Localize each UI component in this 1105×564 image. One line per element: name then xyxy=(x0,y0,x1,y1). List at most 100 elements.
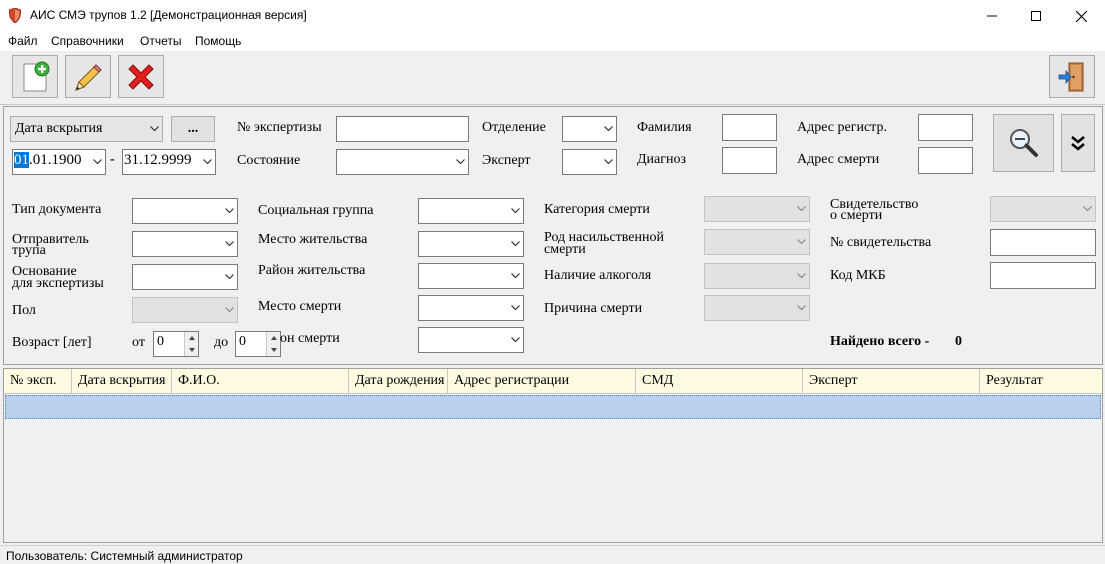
alcohol-label: Наличие алкоголя xyxy=(544,268,652,283)
expert-select[interactable] xyxy=(562,149,617,175)
browse-button[interactable]: ... xyxy=(171,116,215,142)
exam-no-input[interactable] xyxy=(336,116,469,142)
doc-type-select[interactable] xyxy=(132,198,238,224)
filter-panel: Дата вскрытия ... 01.01.1900 - 31.12.999… xyxy=(3,106,1103,365)
violent-death-select[interactable] xyxy=(704,229,810,255)
column-header[interactable]: Дата вскрытия xyxy=(72,369,172,394)
date-type-select[interactable]: Дата вскрытия xyxy=(10,116,163,142)
date-to-field[interactable]: 31.12.9999 xyxy=(122,149,216,175)
sender-label-line2: трупа xyxy=(12,243,46,258)
spin-down-icon[interactable] xyxy=(267,344,280,356)
menu-help[interactable]: Помощь xyxy=(195,34,241,48)
column-header[interactable]: Адрес регистрации xyxy=(448,369,636,394)
residence-select[interactable] xyxy=(418,231,524,257)
social-group-select[interactable] xyxy=(418,198,524,224)
edit-button[interactable] xyxy=(65,55,111,98)
residence-district-label: Район жительства xyxy=(258,263,366,278)
menu-reports[interactable]: Отчеты xyxy=(140,34,181,48)
violent-death-label-line2: смерти xyxy=(544,242,586,257)
chevron-down-icon xyxy=(604,159,613,164)
certificate-label-line2: о смерти xyxy=(830,208,883,223)
date-from-selected: 01 xyxy=(14,152,29,168)
surname-input[interactable] xyxy=(722,114,777,141)
icd-code-label: Код МКБ xyxy=(830,268,886,283)
browse-button-label: ... xyxy=(187,121,199,136)
expand-filters-button[interactable] xyxy=(1061,114,1095,172)
chevron-down-icon xyxy=(797,305,806,310)
diagnosis-input[interactable] xyxy=(722,147,777,174)
chevron-down-icon xyxy=(225,241,234,246)
magnifier-icon xyxy=(1009,129,1038,157)
icd-code-input[interactable] xyxy=(990,262,1096,289)
sex-label: Пол xyxy=(12,303,36,318)
death-category-select[interactable] xyxy=(704,196,810,222)
death-place-select[interactable] xyxy=(418,295,524,321)
chevron-down-icon xyxy=(456,159,465,164)
found-total-label: Найдено всего - xyxy=(830,334,930,349)
age-from-value: 0 xyxy=(157,334,164,349)
department-label: Отделение xyxy=(482,120,546,135)
death-place-label: Место смерти xyxy=(258,299,342,314)
exit-door-icon xyxy=(1058,62,1084,91)
table-row[interactable] xyxy=(5,395,1101,419)
menu-file[interactable]: Файл xyxy=(8,34,38,48)
column-header[interactable]: СМД xyxy=(636,369,803,394)
column-header[interactable]: Ф.И.О. xyxy=(172,369,349,394)
certificate-no-label: № свидетельства xyxy=(830,235,932,250)
certificate-select[interactable] xyxy=(990,196,1096,222)
spin-up-icon[interactable] xyxy=(185,332,198,344)
age-to-value: 0 xyxy=(239,334,246,349)
search-button[interactable] xyxy=(993,114,1054,172)
column-header[interactable]: № эксп. xyxy=(4,369,72,394)
department-select[interactable] xyxy=(562,116,617,142)
basis-label-line2: для экспертизы xyxy=(12,276,104,291)
age-from-spin-buttons[interactable] xyxy=(184,332,198,356)
chevron-down-icon xyxy=(225,208,234,213)
age-label: Возраст [лет] xyxy=(12,335,92,350)
sex-select[interactable] xyxy=(132,297,238,323)
column-header[interactable]: Эксперт xyxy=(803,369,980,394)
chevron-down-icon xyxy=(511,305,520,310)
minimize-button[interactable] xyxy=(969,0,1015,32)
death-cause-label: Причина смерти xyxy=(544,301,643,316)
menu-references[interactable]: Справочники xyxy=(51,34,124,48)
column-header[interactable]: Дата рождения xyxy=(349,369,448,394)
death-district-label: он смерти xyxy=(280,331,340,346)
death-district-select[interactable] xyxy=(418,327,524,353)
date-separator: - xyxy=(110,152,115,167)
chevron-down-icon xyxy=(203,159,212,164)
chevron-down-icon xyxy=(797,206,806,211)
age-to-spin-buttons[interactable] xyxy=(266,332,280,356)
state-select[interactable] xyxy=(336,149,469,175)
maximize-button[interactable] xyxy=(1013,0,1059,32)
exit-button[interactable] xyxy=(1049,55,1095,98)
reg-address-input[interactable] xyxy=(918,114,973,141)
date-from-rest: .01.1900 xyxy=(29,152,82,168)
window-title: АИС СМЭ трупов 1.2 [Демонстрационная вер… xyxy=(30,8,307,22)
date-from-field[interactable]: 01.01.1900 xyxy=(12,149,106,175)
alcohol-select[interactable] xyxy=(704,263,810,289)
chevron-down-icon xyxy=(225,274,234,279)
title-bar: АИС СМЭ трупов 1.2 [Демонстрационная вер… xyxy=(0,0,1105,32)
status-bar: Пользователь: Системный администратор xyxy=(0,545,1105,564)
death-address-input[interactable] xyxy=(918,147,973,174)
close-window-button[interactable] xyxy=(1058,0,1104,32)
add-button[interactable] xyxy=(12,55,58,98)
delete-button[interactable] xyxy=(118,55,164,98)
chevron-down-icon xyxy=(511,337,520,342)
spin-down-icon[interactable] xyxy=(185,344,198,356)
chevron-down-icon xyxy=(511,241,520,246)
certificate-no-input[interactable] xyxy=(990,229,1096,256)
doc-type-label: Тип документа xyxy=(12,202,102,217)
age-from-stepper[interactable]: 0 xyxy=(153,331,199,357)
results-grid[interactable]: № эксп. Дата вскрытия Ф.И.О. Дата рожден… xyxy=(3,368,1103,543)
sender-select[interactable] xyxy=(132,231,238,257)
residence-district-select[interactable] xyxy=(418,263,524,289)
found-count: 0 xyxy=(955,334,962,349)
death-cause-select[interactable] xyxy=(704,295,810,321)
column-header[interactable]: Результат xyxy=(980,369,1102,394)
spin-up-icon[interactable] xyxy=(267,332,280,344)
basis-select[interactable] xyxy=(132,264,238,290)
diagnosis-label: Диагноз xyxy=(637,152,687,167)
age-to-stepper[interactable]: 0 xyxy=(235,331,281,357)
